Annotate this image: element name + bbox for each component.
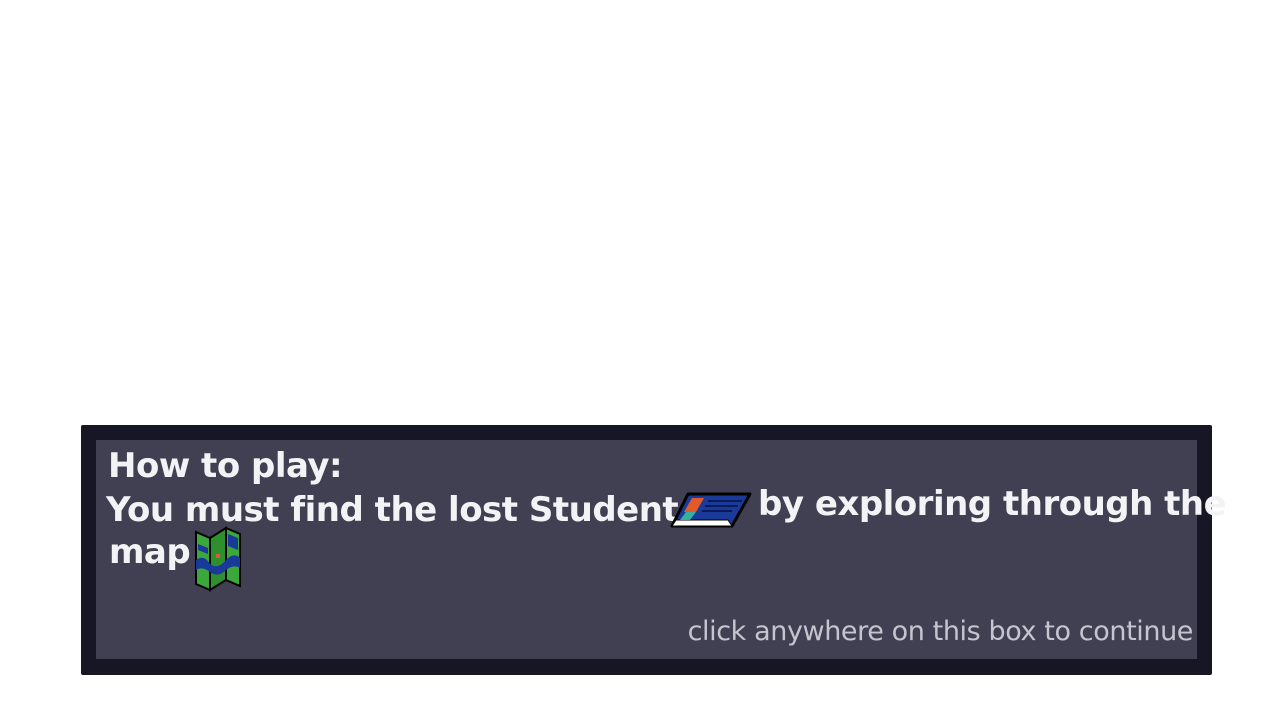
continue-hint[interactable]: click anywhere on this box to continue [688,616,1194,647]
game-stage: How to play: You must find the lost Stud… [0,0,1280,720]
dialog-title: How to play: [108,446,343,486]
instruction-text-part3: map [109,532,191,572]
how-to-play-dialog[interactable]: How to play: You must find the lost Stud… [81,425,1227,675]
student-id-card-icon [670,492,752,528]
instruction-text-part2: by exploring through the [758,484,1227,524]
folded-map-icon [195,526,241,592]
dialog-panel[interactable]: How to play: You must find the lost Stud… [96,440,1227,659]
